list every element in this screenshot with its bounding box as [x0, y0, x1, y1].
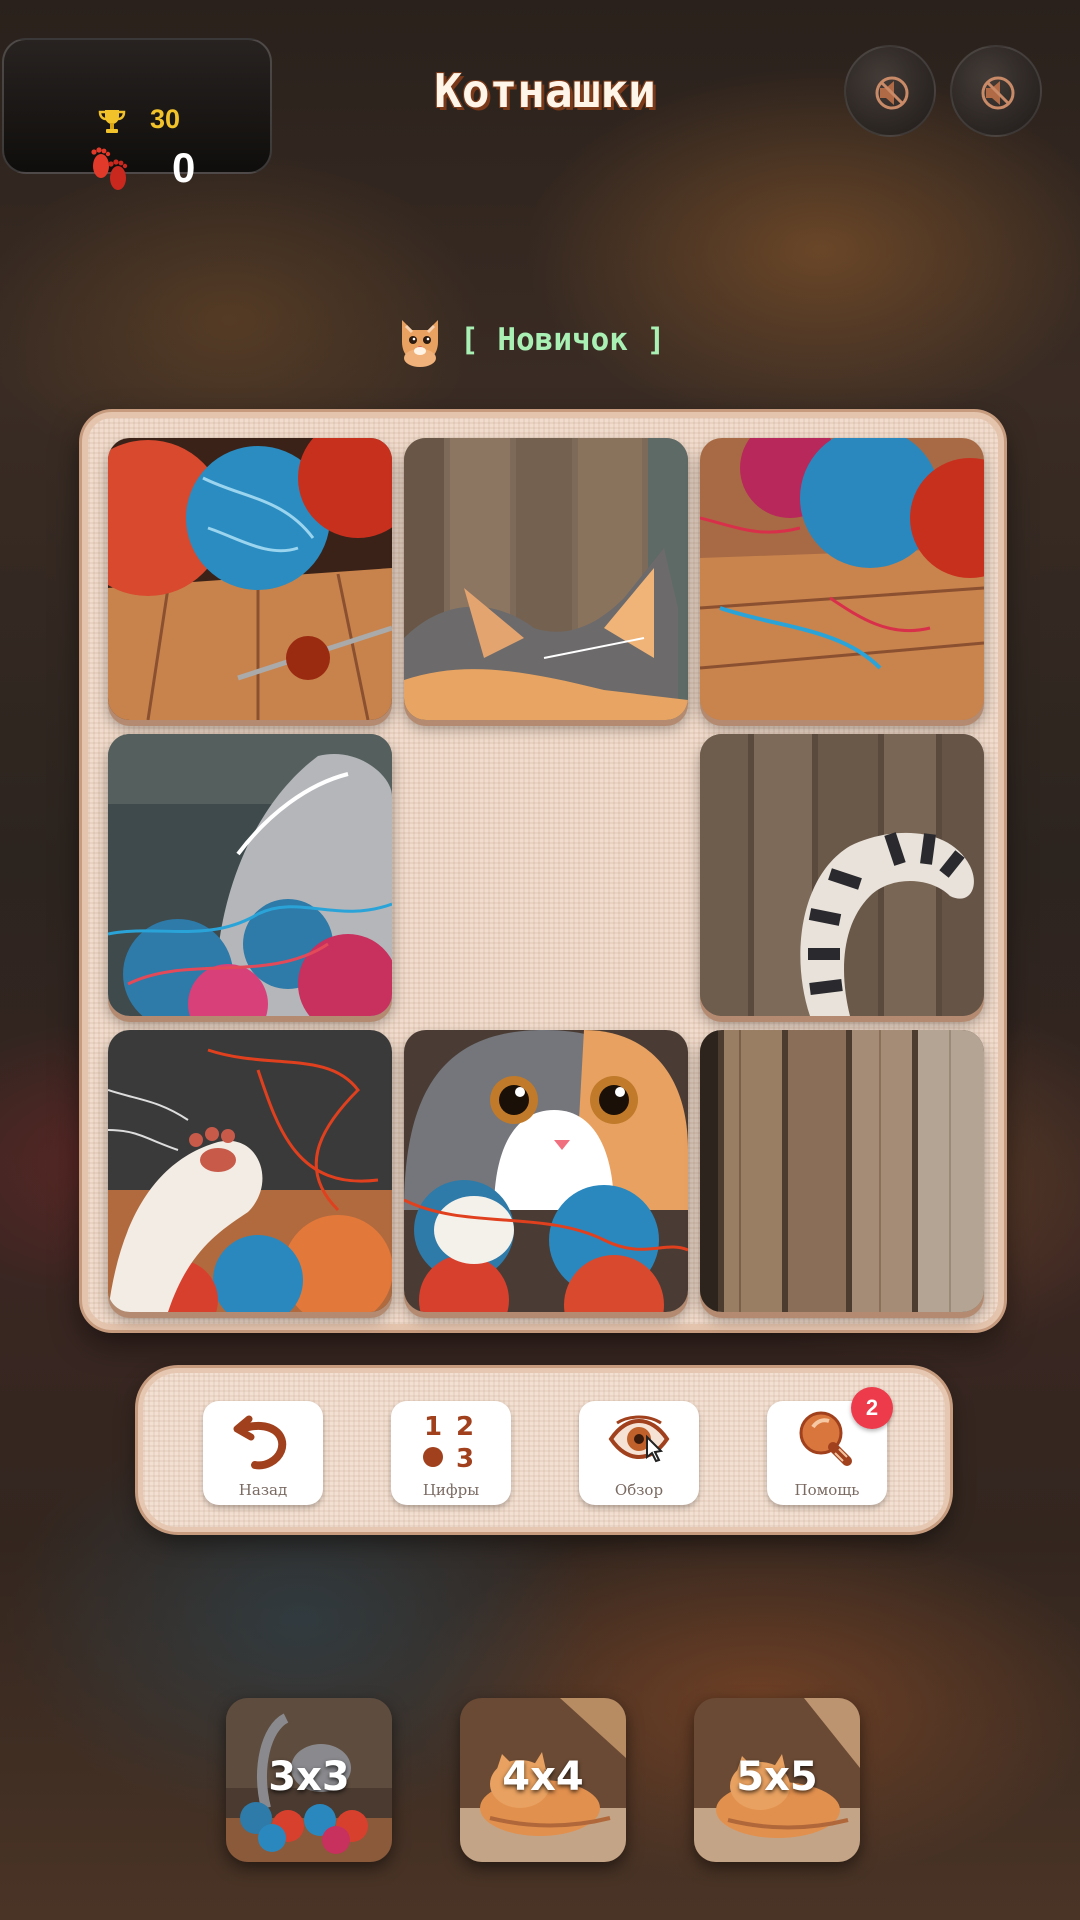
- game-title: Котнашки: [434, 64, 656, 118]
- best-score: 30: [150, 104, 181, 134]
- lightbulb-icon: [799, 1411, 852, 1466]
- level-label: [ Новичок ]: [460, 322, 666, 358]
- action-toolbar: Назад 1 2 3 Цифры Обзор Помощь 2: [138, 1368, 950, 1532]
- hint-button[interactable]: Помощь 2: [767, 1387, 893, 1505]
- numbers-button[interactable]: 1 2 3 Цифры: [391, 1401, 511, 1505]
- size-4x4-button[interactable]: 4x4: [460, 1698, 626, 1862]
- puzzle-tile-kitten-back-in-yarn[interactable]: [108, 734, 392, 1016]
- svg-text:1: 1: [424, 1412, 442, 1442]
- undo-arrow-icon: [233, 1415, 287, 1470]
- svg-text:3: 3: [456, 1444, 474, 1471]
- puzzle-tile-striped-tail[interactable]: [700, 734, 984, 1016]
- undo-button[interactable]: Назад: [203, 1401, 323, 1505]
- preview-button[interactable]: Обзор: [579, 1401, 699, 1505]
- kitten-icon: [402, 320, 438, 367]
- difficulty-level: [ Новичок ]: [394, 310, 665, 370]
- undo-label: Назад: [238, 1481, 288, 1499]
- puzzle-tile-kitten-ears[interactable]: [404, 438, 688, 720]
- puzzle-tile-wooden-planks[interactable]: [700, 1030, 984, 1312]
- move-counter: 0: [172, 144, 196, 191]
- music-toggle-button[interactable]: [950, 45, 1042, 137]
- puzzle-tile-raised-paw[interactable]: [108, 1030, 392, 1312]
- size-3x3-button[interactable]: 3x3: [226, 1698, 392, 1862]
- footprints-icon: [91, 147, 128, 190]
- size-4x4-label: 4x4: [502, 1754, 584, 1800]
- muted-speaker-icon: [875, 76, 909, 110]
- hint-label: Помощь: [794, 1481, 860, 1499]
- size-5x5-label: 5x5: [736, 1754, 818, 1800]
- puzzle-tile-kitten-face[interactable]: [404, 1030, 688, 1312]
- trophy-icon: [98, 110, 126, 133]
- numbers-icon: 1 2 3: [423, 1412, 474, 1471]
- puzzle-board: [82, 412, 1004, 1330]
- svg-text:2: 2: [456, 1412, 474, 1442]
- hint-count-badge: 2: [851, 1387, 893, 1429]
- preview-label: Обзор: [614, 1481, 664, 1499]
- size-5x5-button[interactable]: 5x5: [694, 1698, 860, 1862]
- muted-speaker-icon: [981, 76, 1015, 110]
- puzzle-tile-yarn-balls-on-floor[interactable]: [700, 438, 984, 720]
- puzzle-tile-yarn-balls-with-needle[interactable]: [108, 438, 392, 720]
- size-3x3-label: 3x3: [268, 1754, 350, 1800]
- numbers-label: Цифры: [422, 1481, 480, 1499]
- eye-icon: [608, 1415, 670, 1463]
- sound-toggle-button[interactable]: [844, 45, 936, 137]
- score-panel: 30 0: [2, 38, 272, 191]
